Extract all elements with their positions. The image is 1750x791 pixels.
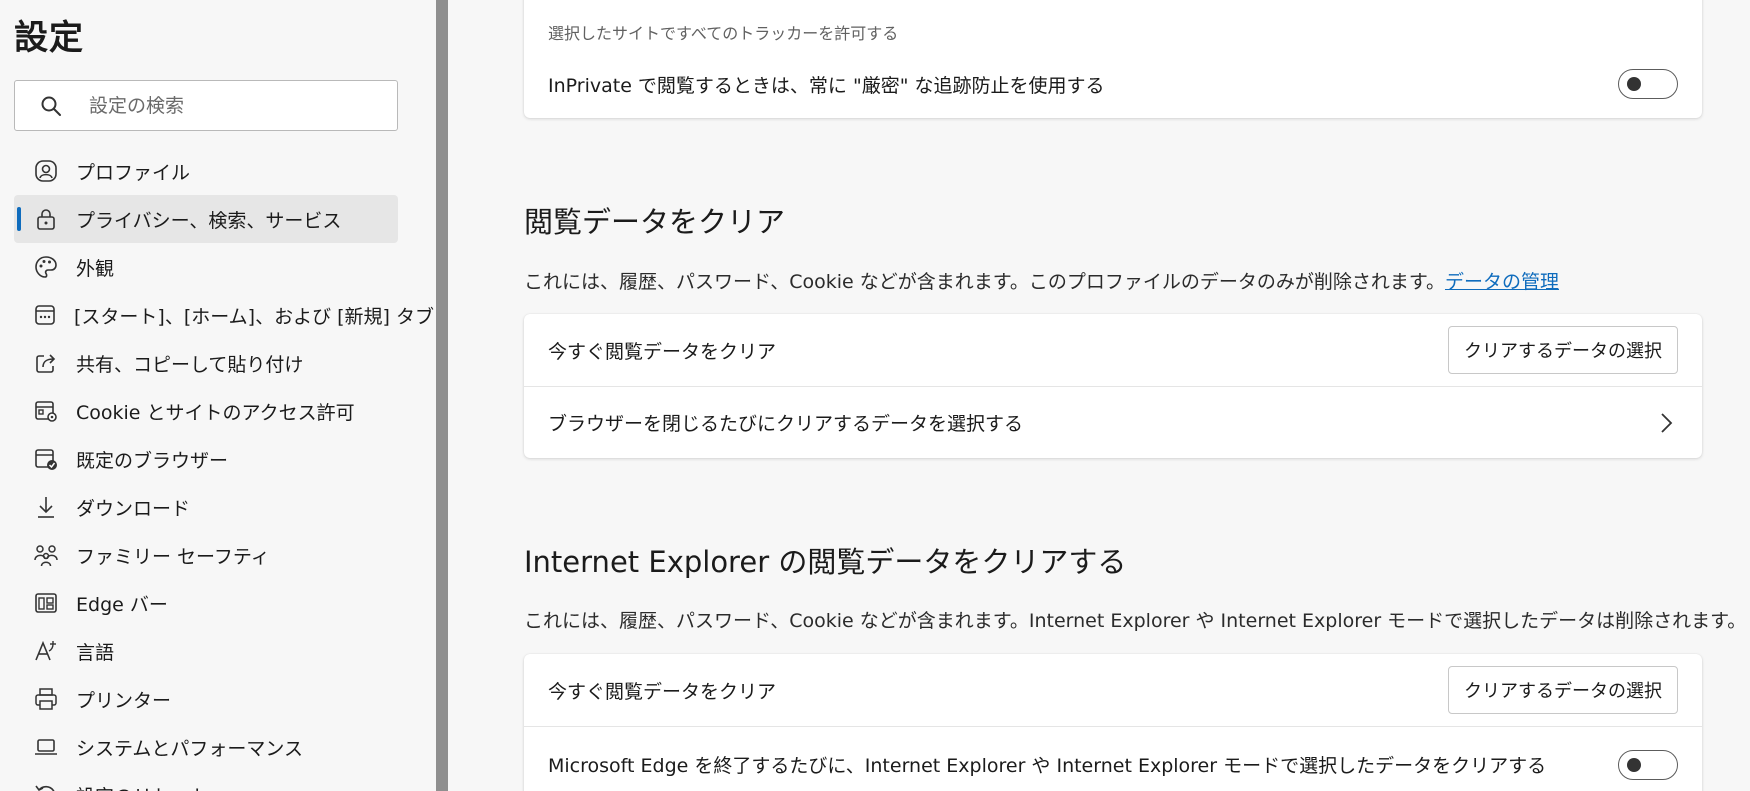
- reset-icon: [32, 781, 60, 791]
- clear-now-label: 今すぐ閲覧データをクリア: [548, 340, 777, 363]
- ie-clear-data-card: 今すぐ閲覧データをクリア クリアするデータの選択 Microsoft Edge …: [524, 654, 1702, 791]
- clear-browsing-data-description: これには、履歴、パスワード、Cookie などが含まれます。このプロファイルのデ…: [524, 267, 1559, 294]
- default-browser-icon: [32, 445, 60, 473]
- sidebar-item-label: ダウンロード: [76, 497, 191, 520]
- download-icon: [32, 493, 60, 521]
- active-indicator: [17, 207, 21, 231]
- family-icon: [32, 541, 60, 569]
- sidebar-item-profiles[interactable]: プロファイル: [14, 147, 398, 195]
- sidebar-item-label: Edge バー: [76, 593, 168, 616]
- language-icon: [32, 637, 60, 665]
- clear-browsing-data-title: 閲覧データをクリア: [524, 205, 786, 239]
- choose-what-to-clear-button[interactable]: クリアするデータの選択: [1448, 326, 1678, 374]
- ie-clear-on-exit-row: Microsoft Edge を終了するたびに、Internet Explore…: [524, 726, 1702, 791]
- description-text: これには、履歴、パスワード、Cookie などが含まれます。このプロファイルのデ…: [524, 271, 1445, 293]
- settings-sidebar: 設定 プロファイル プライバシー、検索、サービス: [0, 0, 436, 791]
- clear-browsing-data-card: 今すぐ閲覧データをクリア クリアするデータの選択 ブラウザーを閉じるたびにクリア…: [524, 314, 1702, 458]
- sidebar-item-cookies[interactable]: Cookie とサイトのアクセス許可: [14, 387, 398, 435]
- sidebar-item-languages[interactable]: 言語: [14, 627, 398, 675]
- sidebar-nav: プロファイル プライバシー、検索、サービス 外観 [スタート]、[ホーム]、およ…: [14, 147, 434, 791]
- palette-icon: [32, 253, 60, 281]
- clear-on-close-row[interactable]: ブラウザーを閉じるたびにクリアするデータを選択する: [524, 386, 1702, 458]
- new-tab-icon: [32, 301, 58, 329]
- sidebar-scrollbar[interactable]: [436, 0, 448, 791]
- sidebar-item-reset[interactable]: 設定のリセット: [14, 771, 398, 791]
- inprivate-strict-label: InPrivate で閲覧するときは、常に "厳密" な追跡防止を使用する: [548, 74, 1105, 97]
- ie-clear-now-row: 今すぐ閲覧データをクリア クリアするデータの選択: [524, 654, 1702, 726]
- sidebar-item-new-tab[interactable]: [スタート]、[ホーム]、および [新規] タブ: [14, 291, 434, 339]
- sidebar-item-share[interactable]: 共有、コピーして貼り付け: [14, 339, 398, 387]
- lock-icon: [32, 205, 60, 233]
- sidebar-item-label: 設定のリセット: [76, 782, 209, 791]
- ie-clear-now-label: 今すぐ閲覧データをクリア: [548, 680, 777, 703]
- tracking-exceptions-text: 選択したサイトですべてのトラッカーを許可する: [548, 24, 899, 43]
- inprivate-strict-toggle[interactable]: [1618, 69, 1678, 99]
- sidebar-item-default-browser[interactable]: 既定のブラウザー: [14, 435, 398, 483]
- share-icon: [32, 349, 60, 377]
- settings-search-input[interactable]: [87, 93, 387, 118]
- sidebar-item-printers[interactable]: プリンター: [14, 675, 398, 723]
- printer-icon: [32, 685, 60, 713]
- laptop-icon: [32, 733, 60, 761]
- sidebar-item-label: システムとパフォーマンス: [76, 737, 304, 760]
- sidebar-item-system[interactable]: システムとパフォーマンス: [14, 723, 398, 771]
- settings-search-box[interactable]: [14, 80, 398, 131]
- sidebar-item-label: ファミリー セーフティ: [76, 545, 270, 568]
- sidebar-item-edge-bar[interactable]: Edge バー: [14, 579, 398, 627]
- ie-clear-data-title: Internet Explorer の閲覧データをクリアする: [524, 545, 1127, 579]
- sidebar-item-label: 既定のブラウザー: [76, 449, 229, 472]
- toggle-knob: [1627, 77, 1641, 91]
- sidebar-item-label: 言語: [76, 641, 115, 664]
- toggle-knob: [1627, 757, 1641, 772]
- sidebar-item-label: Cookie とサイトのアクセス許可: [76, 401, 355, 424]
- sidebar-item-label: プリンター: [76, 689, 172, 712]
- site-permissions-icon: [32, 397, 60, 425]
- ie-clear-data-description: これには、履歴、パスワード、Cookie などが含まれます。Internet E…: [524, 610, 1747, 632]
- sidebar-item-downloads[interactable]: ダウンロード: [14, 483, 398, 531]
- ie-choose-what-to-clear-button[interactable]: クリアするデータの選択: [1448, 666, 1678, 714]
- sidebar-item-appearance[interactable]: 外観: [14, 243, 398, 291]
- ie-clear-on-exit-label: Microsoft Edge を終了するたびに、Internet Explore…: [548, 755, 1547, 777]
- tracking-prevention-card: 選択したサイトですべてのトラッカーを許可する InPrivate で閲覧するとき…: [524, 0, 1702, 118]
- profile-icon: [32, 157, 60, 185]
- clear-now-row: 今すぐ閲覧データをクリア クリアするデータの選択: [524, 314, 1702, 386]
- clear-on-close-label: ブラウザーを閉じるたびにクリアするデータを選択する: [548, 413, 1024, 435]
- sidebar-item-label: プライバシー、検索、サービス: [76, 209, 342, 232]
- ie-clear-on-exit-toggle[interactable]: [1618, 749, 1678, 780]
- sidebar-item-family-safety[interactable]: ファミリー セーフティ: [14, 531, 398, 579]
- sidebar-item-label: [スタート]、[ホーム]、および [新規] タブ: [74, 305, 434, 328]
- sidebar-item-label: プロファイル: [76, 161, 191, 184]
- search-icon: [37, 92, 65, 120]
- page-title: 設定: [14, 18, 84, 58]
- settings-window: 設定 プロファイル プライバシー、検索、サービス: [0, 0, 1750, 791]
- sidebar-item-label: 共有、コピーして貼り付け: [76, 353, 304, 376]
- chevron-right-icon[interactable]: [1654, 411, 1678, 435]
- sidebar-item-privacy[interactable]: プライバシー、検索、サービス: [14, 195, 398, 243]
- manage-data-link[interactable]: データの管理: [1445, 271, 1559, 293]
- settings-main-content: 選択したサイトですべてのトラッカーを許可する InPrivate で閲覧するとき…: [448, 0, 1750, 791]
- inprivate-strict-row: InPrivate で閲覧するときは、常に "厳密" な追跡防止を使用する: [524, 50, 1702, 118]
- edge-bar-icon: [32, 589, 60, 617]
- sidebar-item-label: 外観: [76, 257, 115, 280]
- tracking-exceptions-row[interactable]: 選択したサイトですべてのトラッカーを許可する: [524, 0, 1702, 50]
